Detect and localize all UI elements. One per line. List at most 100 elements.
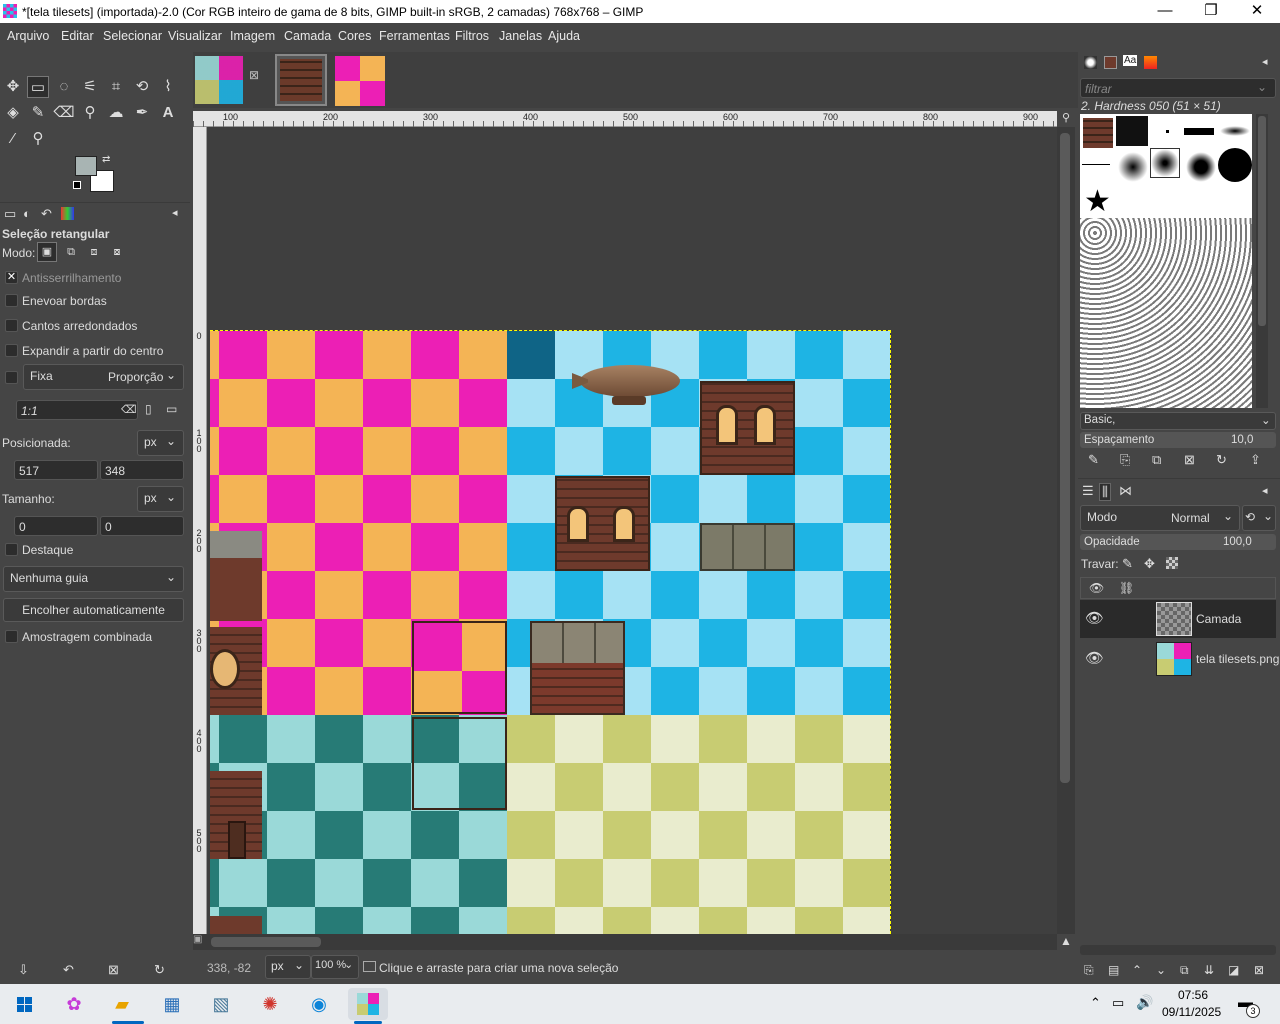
new-layer-icon[interactable]: ⎘ bbox=[1084, 963, 1094, 978]
mask-layer-icon[interactable]: ◪ bbox=[1228, 963, 1239, 977]
duplicate-brush-icon[interactable]: ⧉ bbox=[1152, 452, 1161, 468]
fixed-checkbox[interactable] bbox=[5, 371, 18, 384]
antialias-checkbox[interactable]: ✕ bbox=[5, 271, 18, 284]
brush-thumb[interactable] bbox=[1220, 126, 1250, 136]
brush-grid[interactable]: ★ bbox=[1080, 114, 1252, 408]
opacity-slider[interactable]: Opacidade 100,0 bbox=[1080, 534, 1276, 550]
lock-pixels-icon[interactable]: ✎ bbox=[1122, 556, 1133, 572]
save-options-icon[interactable]: ⇩ bbox=[18, 962, 29, 978]
mode-add-icon[interactable]: ⧉ bbox=[61, 242, 81, 262]
position-y-input[interactable]: 348 bbox=[100, 460, 184, 480]
zoom-tool-icon[interactable]: ⚲ bbox=[27, 128, 49, 150]
composite-mode-combo[interactable]: ⟲ ⌄ bbox=[1242, 505, 1276, 531]
layer-name[interactable]: tela tilesets.png bbox=[1196, 652, 1279, 666]
app-icon[interactable]: ▦ bbox=[152, 988, 192, 1020]
layers-tab-icon[interactable]: ☰ bbox=[1082, 483, 1094, 499]
layer-row[interactable]: 👁 tela tilesets.png bbox=[1080, 640, 1279, 678]
paths-tool-icon[interactable]: ✒ bbox=[131, 102, 153, 124]
menu-imagem[interactable]: Imagem bbox=[230, 29, 275, 43]
clear-icon[interactable]: ⌫ bbox=[121, 403, 137, 416]
edit-brush-icon[interactable]: ✎ bbox=[1088, 452, 1099, 468]
zoom-combo[interactable]: 100 % ⌄ bbox=[311, 955, 359, 979]
position-unit-combo[interactable]: px ⌄ bbox=[137, 430, 184, 456]
landscape-icon[interactable]: ▭ bbox=[166, 402, 177, 416]
merge-layer-icon[interactable]: ⇊ bbox=[1204, 963, 1214, 977]
mode-intersect-icon[interactable]: ⧇ bbox=[107, 242, 127, 262]
size-height-input[interactable]: 0 bbox=[100, 516, 184, 536]
guides-combo[interactable]: Nenhuma guia ⌄ bbox=[3, 566, 184, 592]
merged-checkbox[interactable] bbox=[5, 630, 18, 643]
channels-tab-icon[interactable]: ⫼ bbox=[1099, 483, 1111, 501]
delete-layer-icon[interactable]: ⊠ bbox=[1254, 963, 1264, 977]
gimp-taskbar-icon[interactable] bbox=[348, 988, 388, 1020]
eye-icon[interactable]: 👁 bbox=[1085, 649, 1104, 667]
patterns-tab-icon[interactable] bbox=[1104, 56, 1117, 69]
transform-tool-icon[interactable]: ⟲ bbox=[131, 76, 153, 98]
panel-menu-icon[interactable]: ◂ bbox=[1262, 55, 1268, 68]
pencil-tool-icon[interactable]: ✎ bbox=[27, 102, 49, 124]
layer-row[interactable]: 👁 Camada bbox=[1080, 600, 1276, 638]
swap-colors-icon[interactable]: ⇄ bbox=[102, 154, 110, 165]
panel-menu-icon[interactable]: ◂ bbox=[172, 206, 178, 219]
bucket-fill-tool-icon[interactable]: ◈ bbox=[2, 102, 24, 124]
brush-preset-combo[interactable]: Basic, ⌄ bbox=[1080, 412, 1276, 430]
rect-select-tool-icon[interactable]: ▭ bbox=[27, 76, 49, 98]
ratio-input[interactable]: 1:1 ⌫ bbox=[16, 400, 138, 420]
horizontal-scrollbar[interactable]: ▣ bbox=[193, 934, 1057, 950]
crop-tool-icon[interactable]: ⌗ bbox=[105, 76, 127, 98]
close-tab-icon[interactable]: ⊠ bbox=[249, 68, 259, 82]
eye-icon[interactable]: 👁 bbox=[1085, 609, 1104, 627]
delete-options-icon[interactable]: ⊠ bbox=[108, 962, 119, 978]
device-status-tab-icon[interactable]: ◐ bbox=[23, 206, 31, 221]
brush-thumb[interactable] bbox=[1083, 118, 1113, 148]
new-brush-icon[interactable]: ⎘ bbox=[1120, 452, 1130, 468]
warp-tool-icon[interactable]: ⌇ bbox=[157, 76, 179, 98]
star-brush-thumb[interactable]: ★ bbox=[1084, 184, 1111, 219]
lower-layer-icon[interactable]: ⌄ bbox=[1156, 963, 1166, 977]
copilot-icon[interactable]: ✿ bbox=[54, 988, 94, 1020]
layer-mode-combo[interactable]: Modo Normal ⌄ bbox=[1080, 505, 1240, 531]
brush-grid-scroll-thumb[interactable] bbox=[1258, 116, 1266, 326]
navigation-icon[interactable]: ▲ bbox=[1058, 934, 1074, 950]
rounded-corners-checkbox[interactable] bbox=[5, 319, 18, 332]
paint-app-icon[interactable]: ✺ bbox=[250, 988, 290, 1020]
file-explorer-icon[interactable]: ▰ bbox=[102, 988, 142, 1020]
restore-options-icon[interactable]: ↶ bbox=[63, 962, 74, 978]
delete-brush-icon[interactable]: ⊠ bbox=[1184, 452, 1195, 468]
layers-hscrollbar[interactable] bbox=[1080, 945, 1276, 955]
zoom-fit-icon[interactable]: ⚲ bbox=[1057, 111, 1075, 127]
eraser-tool-icon[interactable]: ⌫ bbox=[53, 102, 75, 124]
menu-arquivo[interactable]: Arquivo bbox=[7, 29, 49, 43]
duplicate-layer-icon[interactable]: ⧉ bbox=[1180, 963, 1189, 978]
size-unit-combo[interactable]: px ⌄ bbox=[137, 486, 184, 512]
mode-subtract-icon[interactable]: ⧈ bbox=[84, 242, 104, 262]
spacing-slider[interactable]: Espaçamento 10,0 bbox=[1080, 432, 1276, 448]
size-width-input[interactable]: 0 bbox=[14, 516, 98, 536]
layer-name[interactable]: Camada bbox=[1196, 612, 1241, 626]
menu-filtros[interactable]: Filtros bbox=[455, 29, 489, 43]
vertical-scroll-thumb[interactable] bbox=[1060, 133, 1070, 783]
brushes-tab-icon[interactable] bbox=[1084, 56, 1097, 69]
portrait-icon[interactable]: ▯ bbox=[145, 402, 152, 416]
brush-grid-scrollbar[interactable] bbox=[1256, 114, 1268, 408]
brush-as-image-icon[interactable]: ⇪ bbox=[1250, 452, 1261, 468]
menu-cores[interactable]: Cores bbox=[338, 29, 371, 43]
undo-history-tab-icon[interactable]: ↶ bbox=[41, 206, 52, 222]
brush-thumb[interactable] bbox=[1184, 128, 1214, 135]
clone-tool-icon[interactable]: ⚲ bbox=[79, 102, 101, 124]
vertical-scrollbar[interactable] bbox=[1057, 127, 1075, 934]
edge-icon[interactable]: ◉ bbox=[299, 988, 339, 1020]
lock-alpha-icon[interactable] bbox=[1166, 557, 1178, 569]
horizontal-scroll-thumb[interactable] bbox=[211, 937, 321, 947]
text-tool-icon[interactable]: A bbox=[157, 102, 179, 124]
textured-brush-grid[interactable] bbox=[1080, 218, 1252, 408]
network-icon[interactable]: ▭ bbox=[1112, 995, 1124, 1011]
autoshrink-button[interactable]: Encolher automaticamente bbox=[3, 598, 184, 622]
brush-thumb[interactable] bbox=[1116, 116, 1148, 146]
move-tool-icon[interactable]: ✥ bbox=[2, 76, 24, 98]
expand-center-checkbox[interactable] bbox=[5, 344, 18, 357]
fuzzy-select-tool-icon[interactable]: ⚟ bbox=[79, 76, 101, 98]
color-picker-tool-icon[interactable]: ⁄ bbox=[2, 128, 24, 150]
gradients-tab-icon[interactable] bbox=[1144, 56, 1157, 69]
ruler-top[interactable]: 100 200 300 400 500 600 700 800 900 bbox=[193, 111, 1057, 127]
